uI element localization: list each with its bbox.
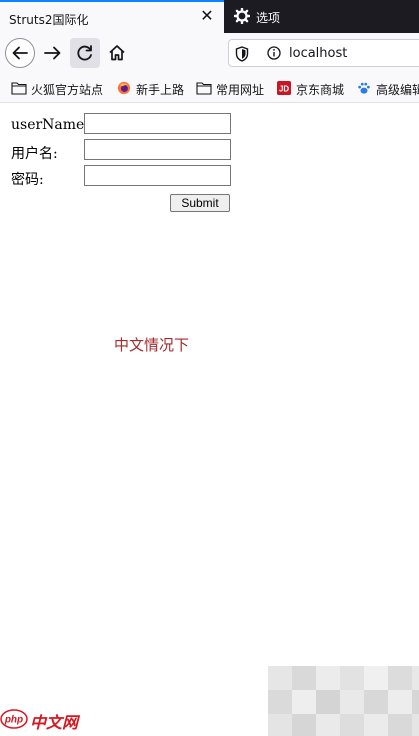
svg-text:JD: JD xyxy=(279,85,289,94)
tab-title: 选项 xyxy=(256,11,281,25)
folder-icon xyxy=(196,82,212,95)
back-button[interactable] xyxy=(5,38,35,68)
shield-icon[interactable] xyxy=(235,46,249,62)
paw-icon xyxy=(358,82,370,94)
watermark-text: 中文网 xyxy=(30,713,79,732)
bookmark-label: 新手上路 xyxy=(136,83,185,97)
back-arrow-icon xyxy=(12,46,28,60)
bookmark-label: 高级编辑 xyxy=(376,83,419,97)
url-bar[interactable]: localhost xyxy=(228,39,419,67)
folder-icon xyxy=(11,82,27,95)
forward-button[interactable] xyxy=(38,38,68,68)
bookmarks-toolbar: 火狐官方站点 新手上路 常用网址 JD 京东商城 高级编辑 xyxy=(0,73,419,103)
reload-button[interactable] xyxy=(70,38,100,68)
name-input[interactable] xyxy=(84,139,231,160)
password-input[interactable] xyxy=(84,165,231,186)
jd-icon: JD xyxy=(277,81,291,95)
password-label: 密码: xyxy=(11,172,44,188)
username-label: userName: xyxy=(11,117,90,133)
blurred-watermark xyxy=(268,666,419,736)
username-input[interactable] xyxy=(84,113,231,134)
tab-strip: Struts2国际化 ✕ 选项 xyxy=(0,0,419,33)
close-tab-icon[interactable]: ✕ xyxy=(199,8,215,24)
tab-options[interactable]: 选项 xyxy=(224,0,419,33)
bookmark-label: 火狐官方站点 xyxy=(31,83,104,97)
bookmark-label: 京东商城 xyxy=(296,83,345,97)
svg-text:php: php xyxy=(4,715,23,726)
info-icon[interactable] xyxy=(267,46,281,60)
reload-icon xyxy=(77,45,92,61)
firefox-icon xyxy=(117,81,131,95)
tab-title: Struts2国际化 xyxy=(9,13,89,27)
page-content: userName: 用户名: 密码: Submit 中文情况下 xyxy=(0,103,419,736)
bookmark-label: 常用网址 xyxy=(216,83,265,97)
tab-struts2[interactable]: Struts2国际化 ✕ xyxy=(0,0,224,33)
home-button[interactable] xyxy=(102,38,132,68)
url-text[interactable]: localhost xyxy=(289,46,347,61)
home-icon xyxy=(109,45,125,61)
submit-button[interactable]: Submit xyxy=(170,194,230,212)
status-text: 中文情况下 xyxy=(114,336,190,354)
name-label: 用户名: xyxy=(11,146,58,162)
gear-icon xyxy=(234,8,250,24)
php-logo-icon: php xyxy=(0,709,28,729)
forward-arrow-icon xyxy=(44,46,61,60)
